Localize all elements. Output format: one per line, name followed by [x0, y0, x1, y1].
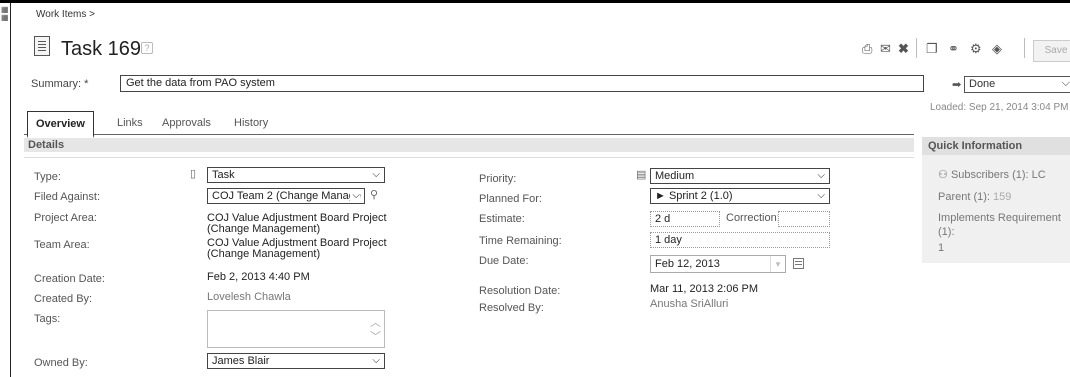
loaded-timestamp: Loaded: Sep 21, 2014 3:04 PM: [930, 102, 1069, 113]
chevron-down-icon: ⌵: [817, 190, 825, 201]
chevron-down-icon: ⌵: [817, 170, 825, 181]
resolution-date-value: Mar 11, 2013 2:06 PM: [650, 283, 759, 295]
team-area-label: Team Area:: [34, 239, 90, 251]
created-by-label: Created By:: [34, 293, 93, 305]
save-button[interactable]: Save: [1033, 40, 1070, 62]
priority-select[interactable]: Medium ⌵: [650, 168, 830, 184]
tags-input[interactable]: ︿ ﹀: [207, 310, 385, 348]
tab-underline: [24, 134, 914, 135]
implements-line1[interactable]: Implements Requirement: [938, 212, 1061, 224]
details-header: Details: [24, 138, 914, 152]
window-frame: [0, 0, 1070, 377]
resolution-date-label: Resolution Date:: [479, 285, 561, 297]
arrow-right-icon: ➡: [952, 79, 962, 91]
grid-icon[interactable]: ▦ ▦: [1, 6, 9, 22]
estimate-input[interactable]: 2 d: [650, 211, 720, 227]
toolbar-separator: [916, 38, 917, 58]
project-area-line2[interactable]: (Change Management): [207, 223, 320, 235]
tag-icon[interactable]: ◈: [992, 41, 1002, 57]
email-icon[interactable]: ✉: [880, 41, 891, 57]
owned-by-value: James Blair: [212, 355, 270, 367]
priority-icon: ▤: [636, 169, 647, 181]
correction-label: Correction:: [726, 212, 780, 224]
summary-input[interactable]: Get the data from PAO system: [120, 75, 924, 92]
subscribers-icon: ⚇: [938, 169, 948, 181]
quick-info-header: Quick Information: [922, 137, 1070, 155]
toolbar-separator: [1024, 38, 1025, 58]
scroll-down-icon[interactable]: ﹀: [370, 328, 381, 344]
time-remaining-input[interactable]: 1 day: [650, 232, 830, 248]
implements-line2: (1):: [938, 226, 955, 238]
chevron-down-icon[interactable]: ▾: [770, 256, 785, 272]
tab-overview[interactable]: Overview: [27, 111, 94, 138]
planned-for-value: ► Sprint 2 (1.0): [655, 190, 733, 202]
time-remaining-label: Time Remaining:: [479, 235, 562, 247]
breadcrumb[interactable]: Work Items >: [36, 9, 95, 20]
due-date-input[interactable]: Feb 12, 2013 ▾: [650, 255, 786, 273]
planned-for-select[interactable]: ► Sprint 2 (1.0) ⌵: [650, 188, 830, 204]
chevron-down-icon: ⌵: [350, 189, 360, 203]
divider: [24, 157, 914, 158]
creation-date-value: Feb 2, 2013 4:40 PM: [207, 271, 310, 283]
chevron-down-icon: ⌵: [372, 355, 380, 366]
estimate-label: Estimate:: [479, 213, 525, 225]
filed-against-label: Filed Against:: [34, 191, 101, 203]
filter-icon[interactable]: ⚲: [370, 188, 378, 201]
task-icon: [34, 36, 50, 56]
summary-label: Summary: *: [31, 78, 89, 90]
clipboard-icon: ▯: [190, 168, 197, 180]
tags-label: Tags:: [34, 313, 61, 325]
filed-against-value: COJ Team 2 (Change Manage: [212, 190, 361, 202]
help-icon[interactable]: ?: [141, 42, 153, 54]
chevron-down-icon: ⌵: [372, 169, 380, 180]
resolved-by-value[interactable]: Anusha SriAlluri: [650, 298, 728, 310]
calendar-icon[interactable]: [793, 258, 804, 269]
due-date-label: Due Date:: [479, 255, 529, 267]
owned-by-select[interactable]: James Blair ⌵: [207, 353, 385, 369]
resolved-by-label: Resolved By:: [479, 302, 544, 314]
state-select[interactable]: Done ⌵: [964, 76, 1070, 93]
correction-input[interactable]: [778, 211, 830, 227]
parent-label: Parent (1):: [938, 191, 990, 203]
settings-icon[interactable]: ⚙: [970, 41, 982, 57]
due-date-value: Feb 12, 2013: [655, 258, 720, 270]
parent-link[interactable]: 159: [993, 191, 1011, 203]
filed-against-select[interactable]: COJ Team 2 (Change Manage ⌵: [207, 188, 365, 204]
priority-label: Priority:: [479, 173, 517, 185]
created-by-value[interactable]: Lovelesh Chawla: [207, 291, 291, 303]
owned-by-label: Owned By:: [34, 357, 88, 369]
type-select[interactable]: Task ⌵: [207, 167, 385, 183]
chevron-down-icon: ⌵: [1061, 77, 1070, 89]
tab-approvals[interactable]: Approvals: [162, 117, 211, 129]
delete-icon[interactable]: ✖: [898, 41, 909, 57]
page-title: Task 169: [61, 38, 142, 60]
tab-links[interactable]: Links: [117, 117, 143, 129]
team-area-line2[interactable]: (Change Management): [207, 248, 320, 260]
tab-history[interactable]: History: [234, 117, 268, 129]
priority-value: Medium: [655, 170, 695, 182]
state-value: Done: [969, 78, 996, 90]
planned-for-label: Planned For:: [479, 193, 542, 205]
type-label: Type:: [34, 171, 61, 183]
subscribers-text: Subscribers (1): LC: [950, 169, 1046, 181]
left-rail: ▦ ▦: [0, 3, 11, 377]
implements-value[interactable]: 1: [938, 242, 944, 254]
subscribers-row[interactable]: ⚇ Subscribers (1): LC: [938, 168, 1046, 181]
link-icon[interactable]: ⚭: [948, 41, 959, 57]
project-area-label: Project Area:: [34, 212, 97, 224]
parent-row[interactable]: Parent (1): 159: [938, 191, 1011, 203]
copy-icon[interactable]: ❐: [926, 41, 938, 57]
type-value: Task: [212, 169, 235, 181]
creation-date-label: Creation Date:: [34, 273, 105, 285]
print-icon[interactable]: ⎙: [862, 41, 872, 57]
